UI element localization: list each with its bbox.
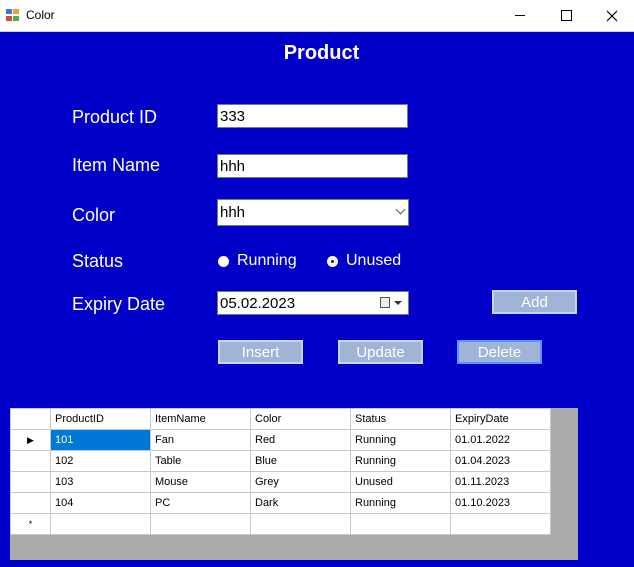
table-row[interactable]: 104 PC Dark Running 01.10.2023: [10, 492, 551, 514]
chevron-down-icon: [395, 204, 406, 215]
table-header-row: ProductID ItemName Color Status ExpiryDa…: [10, 408, 551, 430]
app-icon: [6, 9, 20, 22]
table-cell[interactable]: Fan: [150, 429, 251, 451]
window-title: Color: [26, 8, 55, 22]
product-id-label: Product ID: [72, 107, 158, 127]
products-table: ProductID ItemName Color Status ExpiryDa…: [10, 408, 551, 535]
row-header[interactable]: [10, 471, 51, 493]
maximize-icon: [560, 10, 572, 21]
radio-checked-icon: [327, 255, 338, 267]
table-row[interactable]: 102 Table Blue Running 01.04.2023: [10, 450, 551, 472]
table-cell[interactable]: Dark: [250, 492, 351, 514]
dropdown-arrow-icon: [394, 301, 402, 305]
table-cell[interactable]: Running: [350, 492, 451, 514]
products-grid[interactable]: ProductID ItemName Color Status ExpiryDa…: [10, 408, 578, 560]
item-name-label: Item Name: [72, 155, 161, 175]
expiry-date-label: Expiry Date: [72, 294, 166, 314]
table-cell[interactable]: Blue: [250, 450, 351, 472]
new-row[interactable]: *: [10, 513, 551, 535]
table-cell[interactable]: 01.01.2022: [450, 429, 551, 451]
table-cell[interactable]: [150, 513, 251, 535]
table-cell[interactable]: PC: [150, 492, 251, 514]
status-radio-unused[interactable]: Unused: [327, 252, 401, 270]
color-dropdown[interactable]: hhh: [217, 199, 409, 226]
column-header[interactable]: ItemName: [150, 408, 251, 430]
table-cell[interactable]: 01.04.2023: [450, 450, 551, 472]
expiry-date-picker[interactable]: 05.02.2023: [217, 291, 409, 315]
expiry-date-value: 05.02.2023: [220, 295, 296, 312]
table-cell[interactable]: 102: [50, 450, 151, 472]
column-header[interactable]: Color: [250, 408, 351, 430]
status-running-label: Running: [237, 252, 297, 269]
minimize-button[interactable]: [497, 0, 543, 31]
table-cell[interactable]: Running: [350, 450, 451, 472]
product-id-field[interactable]: 333: [217, 104, 408, 128]
new-row-icon[interactable]: *: [10, 513, 51, 535]
calendar-icon[interactable]: [380, 297, 390, 308]
radio-unchecked-icon: [218, 255, 229, 267]
table-cell[interactable]: 01.11.2023: [450, 471, 551, 493]
item-name-field[interactable]: hhh: [217, 154, 408, 178]
update-button[interactable]: Update: [338, 340, 423, 364]
status-radio-running[interactable]: Running: [218, 252, 297, 270]
table-cell[interactable]: 101: [50, 429, 151, 451]
table-cell[interactable]: Table: [150, 450, 251, 472]
row-header-corner[interactable]: [10, 408, 51, 430]
status-unused-label: Unused: [346, 252, 402, 269]
table-cell[interactable]: Unused: [350, 471, 451, 493]
table-cell[interactable]: Red: [250, 429, 351, 451]
page-title: Product: [283, 42, 360, 64]
table-cell[interactable]: [350, 513, 451, 535]
table-cell[interactable]: [250, 513, 351, 535]
table-cell[interactable]: 103: [50, 471, 151, 493]
column-header[interactable]: ProductID: [50, 408, 151, 430]
column-header[interactable]: ExpiryDate: [450, 408, 551, 430]
table-cell[interactable]: [450, 513, 551, 535]
row-header[interactable]: [10, 492, 51, 514]
color-dropdown-value: hhh: [220, 204, 246, 221]
row-header[interactable]: [10, 450, 51, 472]
table-cell[interactable]: Running: [350, 429, 451, 451]
delete-button[interactable]: Delete: [457, 340, 542, 364]
column-header[interactable]: Status: [350, 408, 451, 430]
add-button[interactable]: Add: [492, 290, 577, 314]
close-icon: [606, 10, 618, 21]
table-cell[interactable]: 104: [50, 492, 151, 514]
table-cell[interactable]: Grey: [250, 471, 351, 493]
close-button[interactable]: [589, 0, 634, 31]
insert-button[interactable]: Insert: [218, 340, 303, 364]
table-row[interactable]: 103 Mouse Grey Unused 01.11.2023: [10, 471, 551, 493]
minimize-icon: [515, 15, 525, 16]
table-row[interactable]: ▶ 101 Fan Red Running 01.01.2022: [10, 429, 551, 451]
title-bar: Color: [0, 0, 634, 32]
table-cell[interactable]: [50, 513, 151, 535]
table-cell[interactable]: 01.10.2023: [450, 492, 551, 514]
color-label: Color: [72, 205, 116, 225]
table-cell[interactable]: Mouse: [150, 471, 251, 493]
app-window: Color Product Product ID 333 Item Name h…: [0, 0, 634, 567]
maximize-button[interactable]: [543, 0, 589, 31]
current-row-icon[interactable]: ▶: [10, 429, 51, 451]
status-label: Status: [72, 251, 124, 271]
